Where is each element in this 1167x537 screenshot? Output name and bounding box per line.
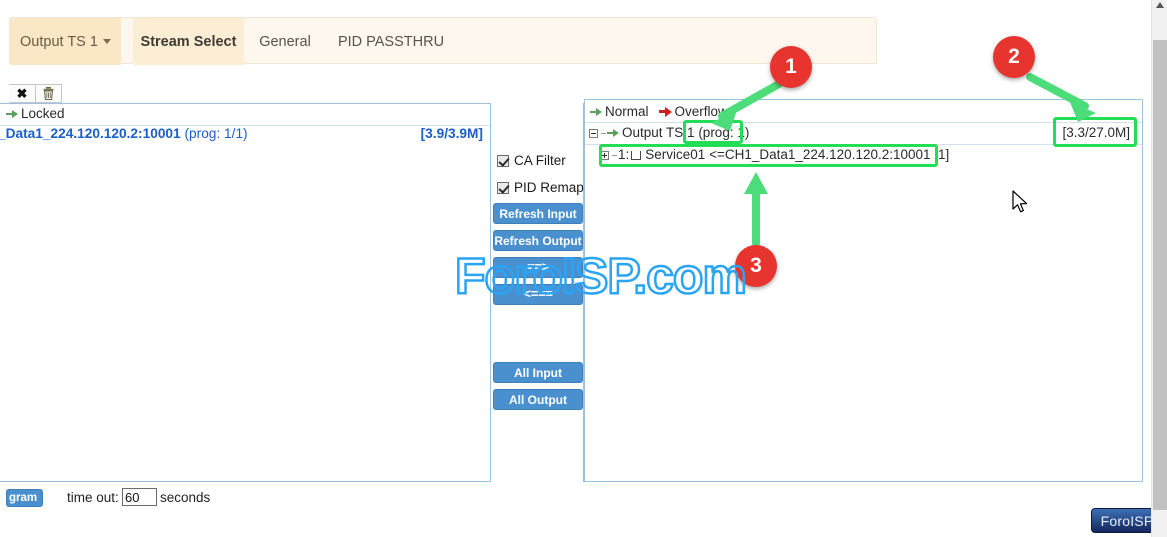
trash-icon xyxy=(43,87,54,100)
input-stream-name: _Data1_224.120.120.2:10001 (prog: 1/1) xyxy=(0,126,248,141)
tab-bar: Output TS 1 Stream Select General PID PA… xyxy=(9,17,877,65)
pid-remap-checkbox[interactable]: PID Remap xyxy=(497,180,584,195)
move-right-button[interactable]: ==> xyxy=(493,257,583,278)
tab-pid-passthru-label: PID PASSTHRU xyxy=(337,33,445,50)
vertical-scrollbar[interactable] xyxy=(1151,0,1167,537)
seconds-label: seconds xyxy=(160,490,211,505)
refresh-output-label: Refresh Output xyxy=(494,233,582,248)
service-checkbox-icon[interactable] xyxy=(631,150,642,160)
refresh-input-label: Refresh Input xyxy=(499,206,577,221)
tab-output-ts-1-label: Output TS 1 xyxy=(20,33,98,50)
legend-normal-label: Normal xyxy=(605,104,649,119)
tab-output-ts-1[interactable]: Output TS 1 xyxy=(10,18,121,65)
input-stream-panel: Locked _Data1_224.120.120.2:10001 (prog:… xyxy=(0,103,491,482)
all-output-label: All Output xyxy=(509,392,567,407)
scroll-up-arrow-icon[interactable] xyxy=(1156,2,1164,8)
ca-filter-checkbox[interactable]: CA Filter xyxy=(497,153,566,168)
tab-general[interactable]: General xyxy=(244,18,326,65)
input-stream-name-text: _Data1_224.120.120.2:10001 xyxy=(0,126,181,141)
service-name: Service01 xyxy=(645,147,706,162)
move-left-button[interactable]: <=== xyxy=(493,284,583,305)
output-ts-bitrate: [3.3/27.0M] xyxy=(1062,125,1130,140)
close-x-icon: ✖ xyxy=(16,86,28,101)
input-stream-bitrate: [3.9/3.9M] xyxy=(420,126,483,141)
green-arrow-icon xyxy=(607,128,620,138)
left-panel-toolbar: ✖ xyxy=(9,84,84,103)
legend-overflow-label: Overflow xyxy=(674,104,728,119)
tab-pid-passthru[interactable]: PID PASSTHRU xyxy=(326,18,456,65)
program-button[interactable]: gram xyxy=(6,489,43,507)
mouse-cursor xyxy=(1012,190,1028,213)
input-stream-prog: (prog: 1/1) xyxy=(184,126,248,141)
locked-status: Locked xyxy=(6,106,65,121)
output-ts-name: Output TS 1 xyxy=(622,125,695,140)
service-pid: [1] xyxy=(934,147,950,162)
move-left-label: <=== xyxy=(523,287,553,302)
divider xyxy=(585,144,1142,145)
service-index: 1: xyxy=(618,147,630,162)
all-input-label: All Input xyxy=(514,365,562,380)
output-ts-prog: (prog: 1) xyxy=(698,125,750,140)
green-arrow-icon xyxy=(590,107,603,117)
checkbox-icon xyxy=(497,181,509,194)
timeout-label: time out: xyxy=(67,490,119,505)
divider xyxy=(585,122,1142,123)
callout-2: 2 xyxy=(993,36,1035,78)
locked-label: Locked xyxy=(21,106,65,121)
service-source: <=CH1_Data1_224.120.120.2:10001 xyxy=(709,147,931,162)
red-arrow-icon xyxy=(658,107,673,118)
tree-connector xyxy=(601,132,606,134)
delete-button[interactable] xyxy=(35,84,62,103)
collapse-minus-icon[interactable] xyxy=(589,128,598,138)
callout-1-number: 1 xyxy=(785,55,797,78)
refresh-output-button[interactable]: Refresh Output xyxy=(493,230,583,251)
output-stream-panel: Normal Overflow Output TS 1 (prog: 1) [3.… xyxy=(584,99,1143,482)
input-stream-row[interactable]: _Data1_224.120.120.2:10001 (prog: 1/1) [… xyxy=(0,125,489,146)
program-button-label: gram xyxy=(9,492,38,504)
tree-connector xyxy=(612,154,617,156)
callout-3-number: 3 xyxy=(750,254,762,277)
application-window: Output TS 1 Stream Select General PID PA… xyxy=(0,0,1167,537)
scrollbar-thumb[interactable] xyxy=(1153,40,1167,510)
all-output-button[interactable]: All Output xyxy=(493,389,583,410)
ca-filter-label: CA Filter xyxy=(514,153,566,168)
callout-3: 3 xyxy=(735,245,777,287)
legend: Normal Overflow xyxy=(590,104,728,119)
service-row[interactable]: 1: Service01 <=CH1_Data1_224.120.120.2:10… xyxy=(600,147,949,162)
move-right-label: ==> xyxy=(527,260,549,275)
output-ts-row[interactable]: Output TS 1 (prog: 1) xyxy=(589,125,749,140)
caret-down-icon xyxy=(102,39,111,44)
close-x-button[interactable]: ✖ xyxy=(9,84,36,103)
refresh-input-button[interactable]: Refresh Input xyxy=(493,203,583,224)
callout-2-number: 2 xyxy=(1008,45,1020,68)
expand-plus-icon[interactable] xyxy=(600,150,609,160)
green-arrow-icon xyxy=(6,109,19,119)
pid-remap-label: PID Remap xyxy=(514,180,584,195)
tab-stream-select-label: Stream Select xyxy=(140,33,237,50)
tab-stream-select[interactable]: Stream Select xyxy=(133,18,244,65)
callout-1: 1 xyxy=(770,46,812,88)
all-input-button[interactable]: All Input xyxy=(493,362,583,383)
checkbox-icon xyxy=(497,154,509,167)
timeout-input[interactable] xyxy=(122,488,157,506)
center-controls-panel: CA Filter PID Remap Refresh Input Refres… xyxy=(491,103,584,482)
tab-general-label: General xyxy=(259,33,311,50)
